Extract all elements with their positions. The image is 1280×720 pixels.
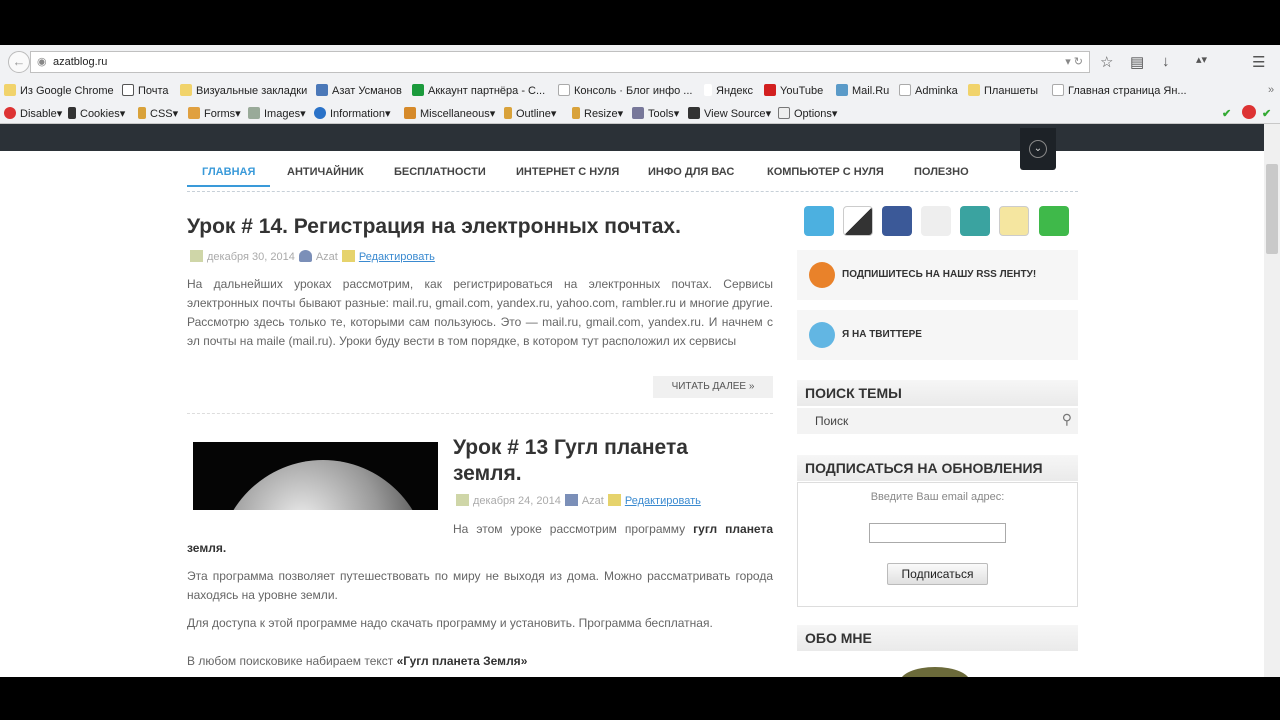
nav-computer[interactable]: КОМПЬЮТЕР С НУЛЯ bbox=[767, 166, 884, 178]
browser-chrome: ← ◉ azatblog.ru ▾ ↻ ☆ ▤ ↓ ▴▾ ☰ Из Google C… bbox=[0, 45, 1280, 124]
addon-icon[interactable]: ▴▾ bbox=[1196, 53, 1207, 66]
subscribe-widget-title: ПОДПИСАТЬСЯ НА ОБНОВЛЕНИЯ bbox=[797, 455, 1078, 481]
bookmark-2[interactable]: Визуальные закладки bbox=[180, 84, 307, 97]
edit-link[interactable]: Редактировать bbox=[359, 251, 435, 263]
web-page: ⌄ ГЛАВНАЯ АНТИЧАЙНИК БЕСПЛАТНОСТИ ИНТЕРН… bbox=[0, 124, 1264, 677]
check-icon[interactable]: ✔ bbox=[1262, 107, 1271, 120]
letterbox-bottom bbox=[0, 677, 1280, 720]
bookmark-8[interactable]: Mail.Ru bbox=[836, 84, 889, 97]
edit-link[interactable]: Редактировать bbox=[625, 495, 701, 507]
address-bar[interactable]: ◉ azatblog.ru ▾ ↻ bbox=[30, 51, 1090, 73]
divider bbox=[187, 413, 773, 414]
search-icon[interactable]: ⚲ bbox=[1062, 411, 1072, 428]
bookmark-3[interactable]: Азат Усманов bbox=[316, 84, 402, 97]
post-paragraph: На этом уроке рассмотрим программу гугл … bbox=[187, 522, 774, 555]
addon-view-source[interactable]: View Source▾ bbox=[688, 107, 771, 120]
twitter-share-icon[interactable] bbox=[804, 206, 834, 236]
post-paragraph: В любом поисковике набираем текст «Гугл … bbox=[187, 654, 528, 668]
bookmark-1[interactable]: Почта bbox=[122, 84, 169, 97]
edit-icon bbox=[607, 494, 621, 506]
clipboard-icon[interactable]: ▤ bbox=[1130, 53, 1144, 71]
menu-icon[interactable]: ☰ bbox=[1252, 53, 1265, 71]
nav-home[interactable]: ГЛАВНАЯ bbox=[187, 166, 271, 187]
email-label: Введите Ваш email адрес: bbox=[870, 491, 1005, 503]
bookmark-star-icon[interactable]: ☆ bbox=[1100, 53, 1113, 71]
back-button[interactable]: ← bbox=[8, 51, 30, 73]
addon-outline[interactable]: Outline▾ bbox=[504, 107, 556, 120]
post-paragraph: Эта программа позволяет путешествовать п… bbox=[187, 569, 773, 602]
post-meta: декабря 30, 2014 Azat Редактировать bbox=[187, 250, 435, 263]
web-developer-toolbar: Disable▾ Cookies▾ CSS▾ Forms▾ Images▾ In… bbox=[0, 102, 1280, 124]
calendar-icon bbox=[190, 250, 203, 262]
nav-antichainik[interactable]: АНТИЧАЙНИК bbox=[287, 166, 364, 178]
addon-cookies[interactable]: Cookies▾ bbox=[68, 107, 125, 120]
about-widget-title: ОБО МНЕ bbox=[797, 625, 1078, 651]
bookmark-9[interactable]: Adminka bbox=[899, 84, 958, 97]
error-icon[interactable] bbox=[1242, 105, 1256, 119]
addon-disable[interactable]: Disable▾ bbox=[4, 107, 62, 120]
addon-forms[interactable]: Forms▾ bbox=[188, 107, 241, 120]
edit-icon bbox=[341, 250, 355, 262]
search-widget-title: ПОИСК ТЕМЫ bbox=[797, 380, 1078, 406]
post-title[interactable]: Урок # 13 Гугл планета земля. bbox=[453, 435, 753, 487]
addon-tools[interactable]: Tools▾ bbox=[632, 107, 679, 120]
addon-information[interactable]: Information▾ bbox=[314, 107, 391, 120]
favorite-share-icon[interactable] bbox=[999, 206, 1029, 236]
rss-widget[interactable]: ПОДПИШИТЕСЬ НА НАШУ RSS ЛЕНТУ! bbox=[797, 250, 1078, 300]
post-meta: декабря 24, 2014 Azat Редактировать bbox=[453, 494, 701, 507]
share-icon[interactable] bbox=[921, 206, 951, 236]
addon-images[interactable]: Images▾ bbox=[248, 107, 306, 120]
post-paragraph: Для доступа к этой программе надо скачат… bbox=[187, 616, 713, 630]
nav-info[interactable]: ИНФО ДЛЯ ВАС bbox=[648, 166, 734, 178]
addon-options[interactable]: Options▾ bbox=[778, 107, 837, 120]
subscribe-button[interactable]: Подписаться bbox=[887, 563, 988, 585]
nav-internet[interactable]: ИНТЕРНЕТ С НУЛЯ bbox=[516, 166, 619, 178]
nav-free[interactable]: БЕСПЛАТНОСТИ bbox=[394, 166, 486, 178]
nav-useful[interactable]: ПОЛЕЗНО bbox=[914, 166, 969, 178]
bookmarks-overflow[interactable]: » bbox=[1268, 84, 1274, 96]
scrollbar-thumb[interactable] bbox=[1266, 164, 1278, 254]
bookmark-7[interactable]: YouTube bbox=[764, 84, 823, 97]
read-more-button[interactable]: ЧИТАТЬ ДАЛЕЕ » bbox=[653, 376, 773, 398]
bookmark-11[interactable]: Главная страница Ян... bbox=[1052, 84, 1187, 97]
check-icon[interactable]: ✔ bbox=[1222, 107, 1231, 120]
letterbox-top bbox=[0, 0, 1280, 45]
rss-icon bbox=[809, 262, 835, 288]
post-excerpt: На дальнейших уроках рассмотрим, как рег… bbox=[187, 277, 773, 348]
delicious-share-icon[interactable] bbox=[843, 206, 873, 236]
bookmark-6[interactable]: Яндекс bbox=[704, 84, 753, 97]
main-nav: ГЛАВНАЯ АНТИЧАЙНИК БЕСПЛАТНОСТИ ИНТЕРНЕТ… bbox=[187, 164, 1078, 192]
globe-icon: ◉ bbox=[37, 56, 47, 68]
twitter-widget[interactable]: Я НА ТВИТТЕРЕ bbox=[797, 310, 1078, 360]
addon-css[interactable]: CSS▾ bbox=[138, 107, 178, 120]
addon-misc[interactable]: Miscellaneous▾ bbox=[404, 107, 495, 120]
user-icon bbox=[564, 494, 578, 506]
add-share-icon[interactable] bbox=[1039, 206, 1069, 236]
stumbleupon-share-icon[interactable] bbox=[960, 206, 990, 236]
bookmark-10[interactable]: Планшеты bbox=[968, 84, 1038, 97]
scrollbar[interactable] bbox=[1264, 124, 1280, 677]
earth-image[interactable] bbox=[193, 442, 438, 510]
avatar bbox=[900, 667, 970, 677]
subscribe-widget: Введите Ваш email адрес: Подписаться bbox=[797, 482, 1078, 607]
top-bar bbox=[0, 124, 1264, 151]
calendar-icon bbox=[456, 494, 469, 506]
addon-resize[interactable]: Resize▾ bbox=[572, 107, 623, 120]
facebook-share-icon[interactable] bbox=[882, 206, 912, 236]
download-icon[interactable]: ↓ bbox=[1162, 53, 1170, 70]
search-input[interactable]: Поиск ⚲ bbox=[797, 408, 1078, 434]
bookmark-5[interactable]: Консоль · Блог инфо ... bbox=[558, 84, 692, 97]
reload-icon[interactable]: ▾ ↻ bbox=[1065, 52, 1083, 72]
email-input[interactable] bbox=[869, 523, 1006, 543]
bookmark-4[interactable]: Аккаунт партнёра - С... bbox=[412, 84, 545, 97]
post-title[interactable]: Урок # 14. Регистрация на электронных по… bbox=[187, 215, 681, 239]
chevron-down-icon: ⌄ bbox=[1029, 140, 1047, 158]
bookmarks-bar: Из Google Chrome Почта Визуальные заклад… bbox=[0, 80, 1280, 102]
url-text: azatblog.ru bbox=[53, 56, 108, 68]
user-icon bbox=[298, 250, 312, 262]
bookmark-0[interactable]: Из Google Chrome bbox=[4, 84, 114, 97]
twitter-icon bbox=[809, 322, 835, 348]
